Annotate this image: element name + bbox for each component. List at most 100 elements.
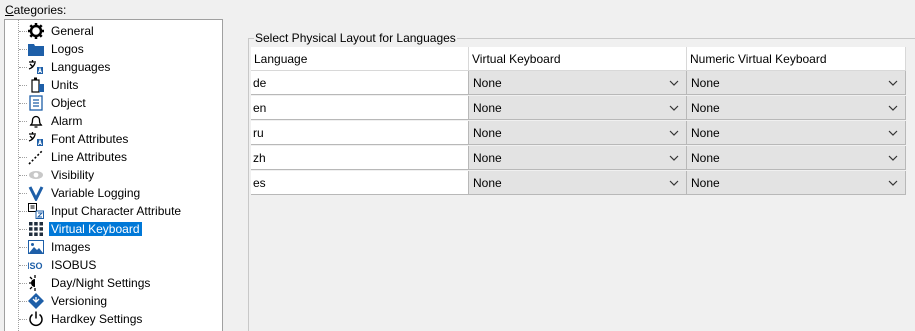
numeric-virtual-keyboard-select[interactable]: None xyxy=(687,146,906,170)
tree-branch-line xyxy=(19,121,27,122)
virtual-keyboard-select[interactable]: None xyxy=(469,146,687,170)
select-value: None xyxy=(691,176,720,190)
tree-item-versioning[interactable]: Versioning xyxy=(5,292,222,310)
tree-branch-line xyxy=(19,229,27,230)
numeric-virtual-keyboard-select[interactable]: None xyxy=(687,96,906,120)
language-cell[interactable]: de xyxy=(251,71,469,95)
tree-item-input-character-attribute[interactable]: Input Character Attribute xyxy=(5,202,222,220)
table-row: zh None None xyxy=(251,146,906,171)
tree-item-languages[interactable]: Languages xyxy=(5,58,222,76)
tree-branch-line xyxy=(19,265,27,266)
chevron-down-icon xyxy=(888,80,898,86)
tree-item-day-night-settings[interactable]: Day/Night Settings xyxy=(5,274,222,292)
power-icon xyxy=(28,311,44,327)
chevron-down-icon xyxy=(669,105,679,111)
tree-item-isobus[interactable]: ISO ISOBUS xyxy=(5,256,222,274)
chevron-down-icon xyxy=(888,130,898,136)
table-row: ru None None xyxy=(251,121,906,146)
line-icon xyxy=(28,149,44,165)
object-icon xyxy=(28,95,44,111)
input-character-icon xyxy=(28,203,44,219)
tree-item-logos[interactable]: Logos xyxy=(5,40,222,58)
virtual-keyboard-select[interactable]: None xyxy=(469,171,687,195)
tree-item-units[interactable]: Units xyxy=(5,76,222,94)
chevron-down-icon xyxy=(669,155,679,161)
tree-item-variable-logging[interactable]: Variable Logging xyxy=(5,184,222,203)
language-cell[interactable]: zh xyxy=(251,146,469,170)
column-header-numeric-virtual-keyboard: Numeric Virtual Keyboard xyxy=(687,47,906,71)
tree-item-label: Languages xyxy=(51,60,111,74)
chevron-down-icon xyxy=(669,130,679,136)
tree-branch-line xyxy=(19,319,27,320)
categories-tree[interactable]: General Logos Languages Units Object Alarm Fon… xyxy=(4,19,223,331)
table-row: de None None xyxy=(251,71,906,96)
tree-item-line-attributes[interactable]: Line Attributes xyxy=(5,148,222,166)
tree-branch-line xyxy=(19,139,27,140)
select-value: None xyxy=(691,76,720,90)
tree-item-hardkey-settings[interactable]: Hardkey Settings xyxy=(5,310,222,328)
language-cell[interactable]: ru xyxy=(251,121,469,145)
tree-item-alarm[interactable]: Alarm xyxy=(5,112,222,130)
units-icon xyxy=(28,77,44,93)
tree-item-label: Day/Night Settings xyxy=(51,276,151,290)
virtual-keyboard-select[interactable]: None xyxy=(469,96,687,120)
language-icon xyxy=(28,59,44,75)
tree-item-label: Alarm xyxy=(51,114,83,128)
table-row: en None None xyxy=(251,96,906,121)
tree-branch-line xyxy=(19,211,27,212)
tree-branch-line xyxy=(19,103,27,104)
tree-item-label: Logos xyxy=(51,42,84,56)
tree-item-label: Line Attributes xyxy=(51,150,128,164)
tree-item-label: Input Character Attribute xyxy=(51,204,182,218)
select-value: None xyxy=(691,126,720,140)
tree-branch-line xyxy=(19,31,27,32)
select-value: None xyxy=(473,76,502,90)
language-cell[interactable]: es xyxy=(251,171,469,195)
tree-item-label: Object xyxy=(51,96,86,110)
isobus-icon: ISO xyxy=(27,257,44,273)
select-value: None xyxy=(691,101,720,115)
select-value: None xyxy=(473,176,502,190)
versioning-icon xyxy=(28,293,44,309)
tree-item-virtual-keyboard[interactable]: Virtual Keyboard xyxy=(5,220,222,238)
chevron-down-icon xyxy=(888,155,898,161)
tree-branch-line xyxy=(19,85,27,86)
chevron-down-icon xyxy=(669,180,679,186)
tree-item-images[interactable]: Images xyxy=(5,238,222,256)
tree-item-label: Images xyxy=(51,240,91,254)
column-header-virtual-keyboard: Virtual Keyboard xyxy=(469,47,687,71)
tree-branch-line xyxy=(19,193,27,194)
eye-icon xyxy=(28,167,44,183)
group-title: Select Physical Layout for Languages xyxy=(254,31,457,45)
keyboard-icon xyxy=(28,221,44,237)
numeric-virtual-keyboard-select[interactable]: None xyxy=(687,171,906,195)
tree-item-label: Font Attributes xyxy=(51,132,129,146)
select-value: None xyxy=(691,151,720,165)
tree-branch-line xyxy=(19,175,27,176)
tree-item-label: Variable Logging xyxy=(51,186,141,200)
gear-icon xyxy=(28,23,44,39)
numeric-virtual-keyboard-select[interactable]: None xyxy=(687,71,906,95)
tree-item-object[interactable]: Object xyxy=(5,94,222,112)
tree-branch-line xyxy=(19,301,27,302)
tree-item-visibility[interactable]: Visibility xyxy=(5,166,222,184)
image-icon xyxy=(28,239,44,255)
column-header-language: Language xyxy=(251,47,469,71)
folder-icon xyxy=(28,41,44,57)
tree-item-label: General xyxy=(51,24,94,38)
tree-item-general[interactable]: General xyxy=(5,22,222,40)
virtual-keyboard-select[interactable]: None xyxy=(469,121,687,145)
numeric-virtual-keyboard-select[interactable]: None xyxy=(687,121,906,145)
svg-text:ISO: ISO xyxy=(28,261,43,271)
chevron-down-icon xyxy=(888,105,898,111)
virtual-keyboard-select[interactable]: None xyxy=(469,71,687,95)
select-value: None xyxy=(473,126,502,140)
language-cell[interactable]: en xyxy=(251,96,469,120)
variable-logging-icon xyxy=(28,185,44,203)
tree-item-label: Virtual Keyboard xyxy=(48,221,143,237)
tree-item-label: Units xyxy=(51,78,79,92)
day-night-icon xyxy=(28,275,44,291)
chevron-down-icon xyxy=(669,80,679,86)
tree-item-font-attributes[interactable]: Font Attributes xyxy=(5,130,222,148)
tree-branch-line xyxy=(19,157,27,158)
